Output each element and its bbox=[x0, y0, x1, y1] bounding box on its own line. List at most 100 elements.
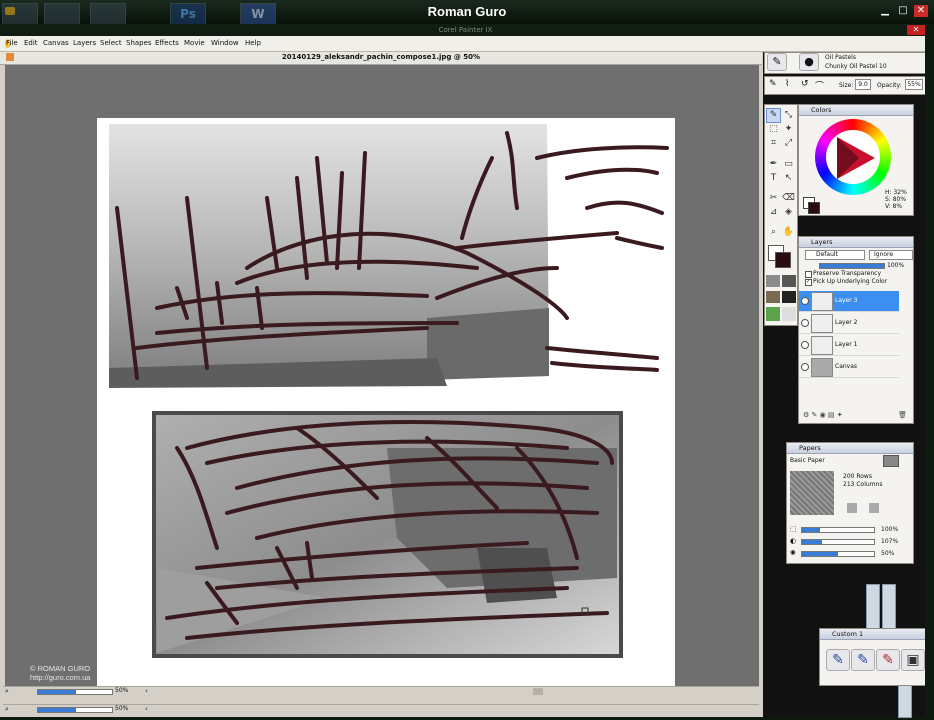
zoom-slider[interactable] bbox=[37, 689, 113, 695]
preserve-transparency-checkbox[interactable] bbox=[805, 271, 812, 278]
paper-library-icon[interactable] bbox=[883, 455, 899, 467]
menu-canvas[interactable]: Canvas bbox=[43, 39, 69, 47]
layer-row-layer-2[interactable]: Layer 2 bbox=[799, 313, 899, 334]
visibility-eye-icon[interactable] bbox=[801, 297, 809, 305]
menu-layers[interactable]: Layers bbox=[73, 39, 96, 47]
scroll-left-icon-2[interactable]: ‹ bbox=[145, 705, 148, 713]
app-close-button[interactable]: ✕ bbox=[907, 25, 925, 35]
menu-movie[interactable]: Movie bbox=[184, 39, 205, 47]
nozzle-selector-icon[interactable] bbox=[782, 291, 796, 303]
brush-variant-icon[interactable]: ● bbox=[799, 53, 819, 71]
menu-select[interactable]: Select bbox=[100, 39, 122, 47]
paper-brightness-slider[interactable] bbox=[801, 551, 875, 557]
shape-select-tool[interactable]: ↖ bbox=[781, 171, 796, 186]
sketch-artwork[interactable] bbox=[97, 118, 675, 688]
pick-up-underlying-checkbox[interactable]: ✓ bbox=[805, 279, 812, 286]
paper-scale-slider[interactable] bbox=[801, 527, 875, 533]
zoom-tool-icon-2[interactable]: ⌕ bbox=[5, 705, 9, 714]
layer-row-canvas[interactable]: Canvas bbox=[799, 357, 899, 378]
menu-edit[interactable]: Edit bbox=[24, 39, 38, 47]
visibility-eye-icon[interactable] bbox=[801, 341, 809, 349]
layer-opacity-fill bbox=[820, 264, 884, 268]
layer-adjuster-tool[interactable]: ⤡ bbox=[781, 108, 796, 123]
transform-tool[interactable]: ⤢ bbox=[781, 136, 796, 151]
dab-type-icon[interactable]: ⌇ bbox=[785, 79, 789, 89]
menu-window[interactable]: Window bbox=[211, 39, 239, 47]
maximize-icon[interactable]: □ bbox=[896, 5, 910, 17]
brush-category-icon[interactable]: ✎ bbox=[767, 53, 787, 71]
rect-select-tool[interactable]: ⬚ bbox=[766, 122, 781, 137]
custom-brush-1-icon[interactable]: ✎ bbox=[826, 649, 850, 671]
layer-row-layer-3[interactable]: Layer 3 bbox=[799, 291, 899, 312]
pen-tool[interactable]: ✒ bbox=[766, 157, 781, 172]
composite-method-select[interactable]: Default bbox=[805, 250, 865, 260]
rect-shape-tool[interactable]: ▭ bbox=[781, 157, 796, 172]
weave-selector-icon[interactable] bbox=[782, 307, 796, 321]
pattern-selector-icon[interactable] bbox=[766, 291, 780, 303]
layer-opacity-slider[interactable] bbox=[819, 263, 885, 269]
paper-capture-icon[interactable] bbox=[869, 503, 879, 513]
brush-category[interactable]: Oil Pastels bbox=[825, 54, 856, 61]
layer-name: Layer 1 bbox=[835, 341, 858, 348]
scroll-left-icon[interactable]: ‹ bbox=[145, 687, 148, 695]
paper-contrast-slider[interactable] bbox=[801, 539, 875, 545]
menu-effects[interactable]: Effects bbox=[155, 39, 179, 47]
custom-brush-2-icon[interactable]: ✎ bbox=[851, 649, 875, 671]
stroke-type-icon[interactable]: ↺ bbox=[801, 79, 809, 89]
document-title: 20140129_aleksandr_pachin_compose1.jpg @… bbox=[281, 53, 481, 61]
magic-wand-tool[interactable]: ✦ bbox=[781, 122, 796, 137]
horizontal-scroll-thumb[interactable] bbox=[533, 688, 543, 695]
layer-command-icon[interactable]: ⚙ ✎ ◉ ▤ ✦ bbox=[803, 411, 843, 419]
menu-help[interactable]: Help bbox=[245, 39, 261, 47]
menu-bar: ✋ File Edit Canvas Layers Select Shapes … bbox=[0, 36, 931, 52]
main-color[interactable] bbox=[808, 202, 820, 214]
delete-layer-icon[interactable]: 🗑 bbox=[898, 411, 907, 419]
menu-shapes[interactable]: Shapes bbox=[126, 39, 152, 47]
main-color-swatch[interactable] bbox=[775, 252, 791, 268]
text-tool[interactable]: T bbox=[766, 171, 781, 186]
brush-variant[interactable]: Chunky Oil Pastel 10 bbox=[825, 63, 887, 70]
minimize-icon[interactable]: ▁ bbox=[878, 5, 892, 17]
value-value: V: 8% bbox=[885, 203, 903, 210]
visibility-eye-icon[interactable] bbox=[801, 363, 809, 371]
opacity-field[interactable]: 55% bbox=[905, 79, 923, 90]
custom-camera-icon[interactable]: ▣ bbox=[901, 649, 925, 671]
paper-selector-icon[interactable] bbox=[766, 275, 780, 287]
zoom-slider-2[interactable] bbox=[37, 707, 113, 713]
dock-scrollbar-3[interactable] bbox=[898, 684, 912, 718]
freehand-icon[interactable]: ⌒ bbox=[815, 79, 824, 92]
layer-row-layer-1[interactable]: Layer 1 bbox=[799, 335, 899, 356]
layers-panel: Layers Default Ignore 100% Preserve Tran… bbox=[798, 236, 914, 424]
paint-bucket-tool[interactable]: ◈ bbox=[781, 205, 796, 220]
paper-invert-icon[interactable] bbox=[847, 503, 857, 513]
brush-selector-bar[interactable]: ✎ ● Oil Pastels Chunky Oil Pastel 10 bbox=[764, 52, 926, 74]
paper-brightness-fill bbox=[802, 552, 838, 556]
zoom-level: 50% bbox=[115, 687, 129, 694]
menu-file[interactable]: File bbox=[6, 39, 18, 47]
look-selector-icon[interactable] bbox=[766, 307, 780, 321]
brush-tool[interactable]: ✎ bbox=[766, 108, 781, 123]
saturation-value-triangle[interactable] bbox=[829, 133, 879, 183]
brush-tool-icon[interactable]: ✎ bbox=[769, 79, 777, 89]
document-titlebar: 20140129_aleksandr_pachin_compose1.jpg @… bbox=[0, 52, 762, 65]
gradient-selector-icon[interactable] bbox=[782, 275, 796, 287]
crop-tool[interactable]: ⌗ bbox=[766, 136, 781, 151]
colors-panel-header: Colors bbox=[799, 105, 913, 116]
paper-name[interactable]: Basic Paper bbox=[790, 457, 825, 464]
colors-panel: Colors H: 32% S: 80% V: 8% bbox=[798, 104, 914, 216]
size-field[interactable]: 9.0 bbox=[855, 79, 871, 90]
depth-select[interactable]: Ignore bbox=[869, 250, 913, 260]
visibility-eye-icon[interactable] bbox=[801, 319, 809, 327]
grabber-tool[interactable]: ✋ bbox=[781, 225, 796, 240]
paper-scale-fill bbox=[802, 528, 820, 532]
canvas-area[interactable] bbox=[5, 65, 759, 688]
layer-name: Layer 3 bbox=[835, 297, 858, 304]
cloner-tool[interactable]: ✂ bbox=[766, 191, 781, 206]
eraser-tool[interactable]: ⌫ bbox=[781, 191, 796, 206]
zoom-tool-icon[interactable]: ⌕ bbox=[5, 687, 9, 696]
magnifier-tool[interactable]: ⌕ bbox=[766, 225, 781, 240]
dropper-tool[interactable]: ⊿ bbox=[766, 205, 781, 220]
canvas-paper[interactable] bbox=[97, 118, 675, 688]
custom-brush-3-icon[interactable]: ✎ bbox=[876, 649, 900, 671]
close-icon[interactable]: ✕ bbox=[914, 5, 928, 17]
